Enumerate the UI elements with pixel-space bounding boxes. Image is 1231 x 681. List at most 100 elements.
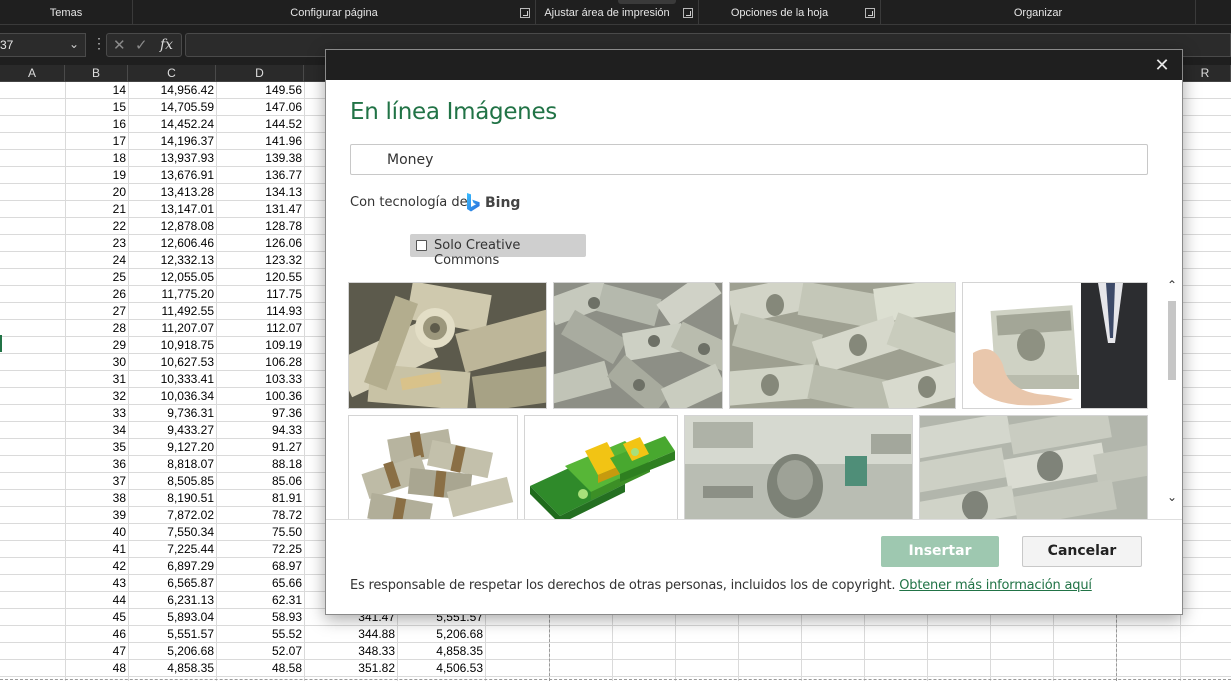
cell-c[interactable]: 5,893.04 (128, 610, 216, 626)
chevron-down-icon[interactable]: ⌄ (1164, 490, 1180, 506)
dialog-launcher-icon[interactable] (520, 8, 530, 18)
cell-d[interactable]: 134.13 (216, 185, 304, 201)
cell-b[interactable]: 33 (65, 406, 128, 422)
cell-c[interactable]: 9,736.31 (128, 406, 216, 422)
cell-d[interactable]: 94.33 (216, 423, 304, 439)
cell-c[interactable]: 13,147.01 (128, 202, 216, 218)
cell-b[interactable]: 22 (65, 219, 128, 235)
cell-d[interactable]: 72.25 (216, 542, 304, 558)
cell-d[interactable]: 128.78 (216, 219, 304, 235)
cell-c[interactable]: 12,878.08 (128, 219, 216, 235)
search-input[interactable]: Money (350, 144, 1148, 175)
cell-c[interactable]: 8,190.51 (128, 491, 216, 507)
cell-c[interactable]: 14,956.42 (128, 83, 216, 99)
cell-b[interactable]: 36 (65, 457, 128, 473)
close-icon[interactable]: ✕ (1150, 53, 1174, 77)
cell-c[interactable]: 12,332.13 (128, 253, 216, 269)
more-icon[interactable]: ⋮ (92, 35, 106, 52)
cell-c[interactable]: 4,858.35 (128, 661, 216, 677)
result-image-rolled-bills[interactable] (348, 282, 547, 409)
result-image-hand-holding-money[interactable] (962, 282, 1148, 409)
cell-b[interactable]: 38 (65, 491, 128, 507)
cell-b[interactable]: 34 (65, 423, 128, 439)
confirm-entry-icon[interactable]: ✓ (135, 36, 148, 54)
cell-d[interactable]: 141.96 (216, 134, 304, 150)
cell-b[interactable]: 42 (65, 559, 128, 575)
cell-d[interactable]: 123.32 (216, 253, 304, 269)
cell-c[interactable]: 11,207.07 (128, 321, 216, 337)
cell-c[interactable]: 13,937.93 (128, 151, 216, 167)
cell-b[interactable]: 40 (65, 525, 128, 541)
cell-c[interactable]: 10,918.75 (128, 338, 216, 354)
insert-function-icon[interactable]: fx (160, 37, 173, 53)
cell-b[interactable]: 21 (65, 202, 128, 218)
cell-c[interactable]: 14,196.37 (128, 134, 216, 150)
cell-b[interactable]: 15 (65, 100, 128, 116)
cell-d[interactable]: 136.77 (216, 168, 304, 184)
cell-c[interactable]: 13,413.28 (128, 185, 216, 201)
cell-d[interactable]: 68.97 (216, 559, 304, 575)
cell-b[interactable]: 23 (65, 236, 128, 252)
cell-d[interactable]: 65.66 (216, 576, 304, 592)
cell-c[interactable]: 7,225.44 (128, 542, 216, 558)
cell-b[interactable]: 37 (65, 474, 128, 490)
cell-f[interactable]: 5,206.68 (397, 627, 485, 643)
cell-b[interactable]: 25 (65, 270, 128, 286)
cell-b[interactable]: 14 (65, 83, 128, 99)
scrollbar-thumb[interactable] (1168, 301, 1176, 380)
cell-b[interactable]: 16 (65, 117, 128, 133)
cancel-button[interactable]: Cancelar (1022, 536, 1142, 567)
cell-c[interactable]: 9,127.20 (128, 440, 216, 456)
cell-b[interactable]: 24 (65, 253, 128, 269)
column-header-r[interactable]: R (1180, 65, 1231, 82)
cell-d[interactable]: 120.55 (216, 270, 304, 286)
dialog-launcher-icon[interactable] (683, 8, 693, 18)
cell-d[interactable]: 55.52 (216, 627, 304, 643)
cell-c[interactable]: 10,036.34 (128, 389, 216, 405)
cell-d[interactable]: 97.36 (216, 406, 304, 422)
cell-d[interactable]: 144.52 (216, 117, 304, 133)
cell-d[interactable]: 91.27 (216, 440, 304, 456)
cell-b[interactable]: 30 (65, 355, 128, 371)
cell-b[interactable]: 39 (65, 508, 128, 524)
cell-b[interactable]: 26 (65, 287, 128, 303)
cell-b[interactable]: 44 (65, 593, 128, 609)
cell-b[interactable]: 48 (65, 661, 128, 677)
column-header-b[interactable]: B (65, 65, 128, 82)
cell-d[interactable]: 75.50 (216, 525, 304, 541)
cell-d[interactable]: 52.07 (216, 644, 304, 660)
result-image-scattered-bills[interactable] (553, 282, 723, 409)
chevron-up-icon[interactable]: ⌃ (1164, 278, 1180, 294)
cell-d[interactable]: 109.19 (216, 338, 304, 354)
checkbox-icon[interactable] (416, 240, 427, 251)
cell-c[interactable]: 12,606.46 (128, 236, 216, 252)
cell-c[interactable]: 6,231.13 (128, 593, 216, 609)
chevron-down-icon[interactable]: ⌄ (69, 37, 79, 51)
cell-d[interactable]: 147.06 (216, 100, 304, 116)
cell-d[interactable]: 131.47 (216, 202, 304, 218)
cell-c[interactable]: 11,775.20 (128, 287, 216, 303)
cell-c[interactable]: 11,492.55 (128, 304, 216, 320)
cell-c[interactable]: 8,818.07 (128, 457, 216, 473)
cell-d[interactable]: 48.58 (216, 661, 304, 677)
cell-b[interactable]: 28 (65, 321, 128, 337)
cell-d[interactable]: 126.06 (216, 236, 304, 252)
cell-d[interactable]: 78.72 (216, 508, 304, 524)
cell-d[interactable]: 139.38 (216, 151, 304, 167)
cell-c[interactable]: 6,565.87 (128, 576, 216, 592)
cell-c[interactable]: 7,550.34 (128, 525, 216, 541)
cell-d[interactable]: 62.31 (216, 593, 304, 609)
cell-b[interactable]: 41 (65, 542, 128, 558)
cell-d[interactable]: 149.56 (216, 83, 304, 99)
result-image-scattered-hundreds[interactable] (729, 282, 956, 409)
cell-e[interactable]: 348.33 (304, 644, 397, 660)
result-image-hundred-rows[interactable] (919, 415, 1148, 519)
cell-f[interactable]: 4,858.35 (397, 644, 485, 660)
result-image-hundred-closeup[interactable] (684, 415, 913, 519)
cell-d[interactable]: 117.75 (216, 287, 304, 303)
cell-b[interactable]: 43 (65, 576, 128, 592)
dialog-launcher-icon[interactable] (865, 8, 875, 18)
cell-d[interactable]: 58.93 (216, 610, 304, 626)
column-header-d[interactable]: D (216, 65, 304, 82)
insert-button[interactable]: Insertar (881, 536, 999, 567)
